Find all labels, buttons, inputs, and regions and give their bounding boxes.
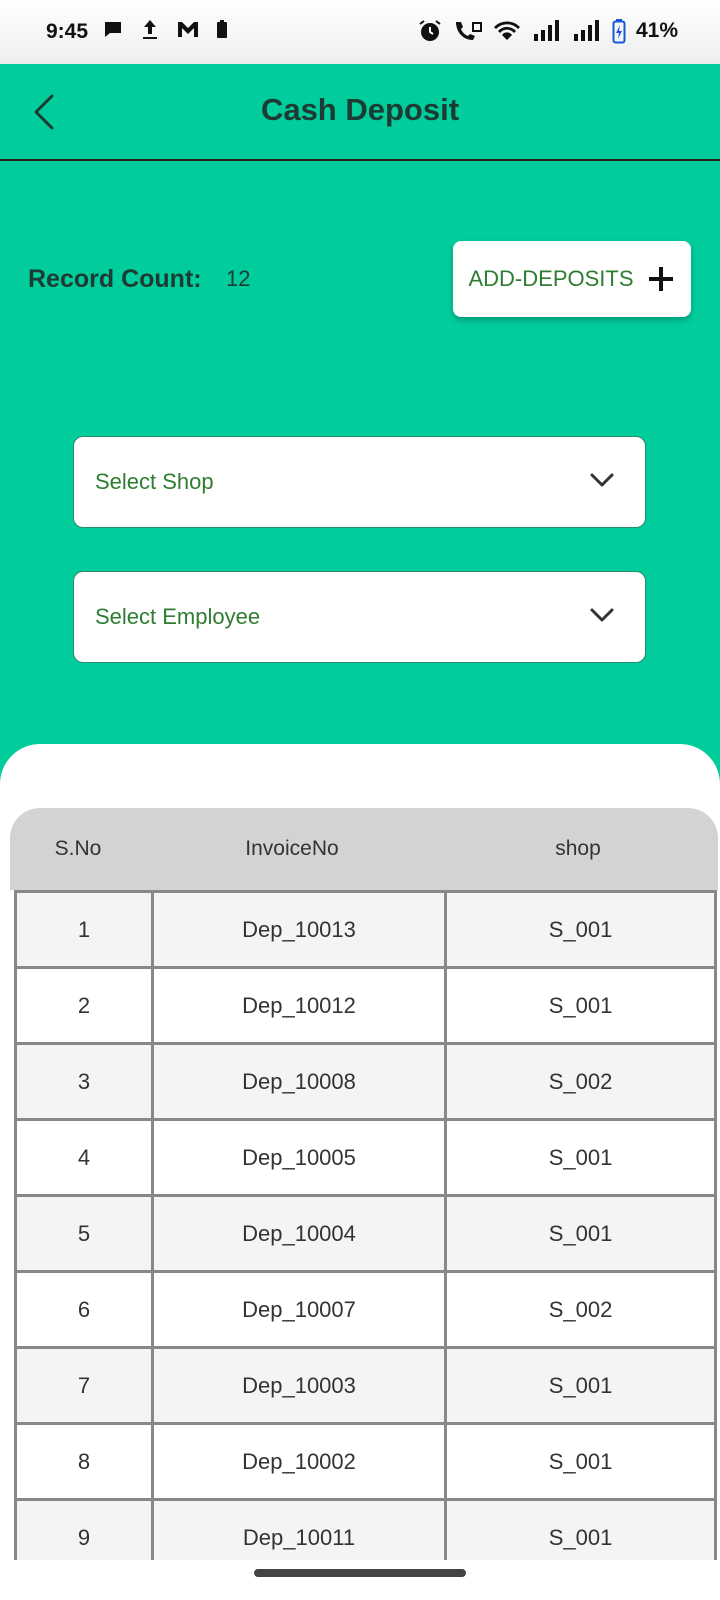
- cell-invoice: Dep_10002: [154, 1425, 447, 1498]
- cell-shop: S_001: [548, 1220, 613, 1246]
- cell-shop: S_001: [548, 1144, 613, 1170]
- record-count-label: Record Count:: [28, 265, 202, 293]
- table-row[interactable]: 4 Dep_10005 S_001: [17, 1121, 717, 1197]
- select-employee-dropdown[interactable]: Select Employee: [73, 571, 646, 663]
- app-bar: Cash Deposit: [0, 64, 720, 161]
- cell-shop: S_002: [548, 1296, 613, 1322]
- cell-sno: 7: [17, 1349, 154, 1422]
- signal-icon: [572, 19, 602, 43]
- chat-icon: [102, 18, 124, 40]
- table-row[interactable]: 9 Dep_10011 S_001: [17, 1501, 717, 1560]
- column-header-sno: S.No: [54, 837, 102, 860]
- filter-panel: Record Count: 12 ADD-DEPOSITS Select Sho…: [0, 161, 720, 801]
- table-row[interactable]: 6 Dep_10007 S_002: [17, 1273, 717, 1349]
- battery-charging-icon: [612, 18, 626, 44]
- cell-invoice: Dep_10011: [154, 1501, 447, 1560]
- cell-shop: S_001: [548, 992, 613, 1018]
- cell-sno: 8: [17, 1425, 154, 1498]
- cell-shop: S_001: [548, 916, 613, 942]
- cell-sno: 1: [17, 893, 154, 966]
- cell-invoice: Dep_10008: [154, 1045, 447, 1118]
- select-employee-placeholder: Select Employee: [95, 604, 261, 629]
- cell-shop: S_002: [548, 1068, 613, 1094]
- cell-invoice: Dep_10005: [154, 1121, 447, 1194]
- plus-icon: [646, 264, 676, 294]
- wifi-call-icon: [452, 19, 482, 43]
- cell-sno: 9: [17, 1501, 154, 1560]
- cell-sno: 4: [17, 1121, 154, 1194]
- record-count-value: 12: [226, 266, 251, 291]
- page-title: Cash Deposit: [260, 92, 460, 127]
- cell-sno: 6: [17, 1273, 154, 1346]
- add-deposits-button[interactable]: ADD-DEPOSITS: [453, 241, 691, 317]
- cell-shop: S_001: [548, 1524, 613, 1550]
- add-deposits-label: ADD-DEPOSITS: [468, 266, 634, 291]
- cell-sno: 2: [17, 969, 154, 1042]
- cell-invoice: Dep_10004: [154, 1197, 447, 1270]
- cell-shop: S_001: [548, 1448, 613, 1474]
- cell-invoice: Dep_10012: [154, 969, 447, 1042]
- column-header-shop: shop: [555, 837, 601, 860]
- table-row[interactable]: 3 Dep_10008 S_002: [17, 1045, 717, 1121]
- cell-sno: 5: [17, 1197, 154, 1270]
- chevron-down-icon: [590, 608, 614, 622]
- signal-icon: [532, 19, 562, 43]
- cell-sno: 3: [17, 1045, 154, 1118]
- table-row[interactable]: 8 Dep_10002 S_001: [17, 1425, 717, 1501]
- gmail-icon: [176, 19, 200, 39]
- cell-invoice: Dep_10007: [154, 1273, 447, 1346]
- upload-icon: [140, 18, 160, 40]
- table-row[interactable]: 2 Dep_10012 S_001: [17, 969, 717, 1045]
- status-bar: 9:45 41%: [0, 0, 720, 64]
- column-header-invoice: InvoiceNo: [245, 837, 339, 860]
- status-time: 9:45: [46, 20, 89, 43]
- battery-small-icon: [216, 19, 228, 39]
- battery-percent: 41%: [635, 19, 678, 42]
- wifi-icon: [492, 19, 522, 43]
- deposits-table[interactable]: S.No InvoiceNo shop 1 Dep_10013 S_001 2 …: [10, 808, 718, 1560]
- table-body: 1 Dep_10013 S_001 2 Dep_10012 S_001 3 De…: [14, 890, 717, 1560]
- home-indicator[interactable]: [254, 1569, 466, 1577]
- table-row[interactable]: 1 Dep_10013 S_001: [17, 890, 717, 969]
- table-row[interactable]: 5 Dep_10004 S_001: [17, 1197, 717, 1273]
- cell-shop: S_001: [548, 1372, 613, 1398]
- alarm-icon: [418, 19, 442, 43]
- select-shop-dropdown[interactable]: Select Shop: [73, 436, 646, 528]
- cell-invoice: Dep_10013: [154, 893, 447, 966]
- select-shop-placeholder: Select Shop: [95, 469, 214, 494]
- table-row[interactable]: 7 Dep_10003 S_001: [17, 1349, 717, 1425]
- cell-invoice: Dep_10003: [154, 1349, 447, 1422]
- chevron-down-icon: [590, 473, 614, 487]
- table-header: S.No InvoiceNo shop: [10, 808, 718, 890]
